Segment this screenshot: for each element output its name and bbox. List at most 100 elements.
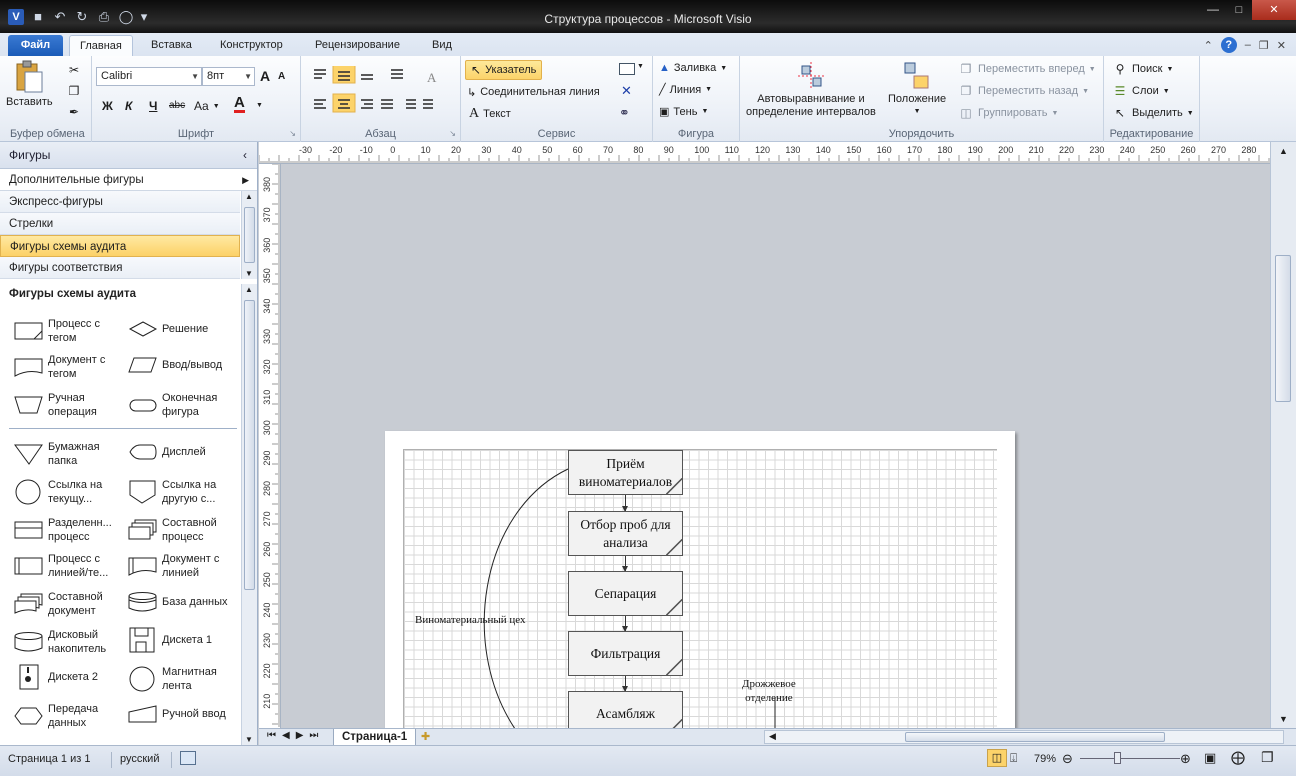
dialog-launcher-icon[interactable]: ↘ [289, 129, 296, 138]
zoom-slider-thumb[interactable] [1114, 752, 1121, 764]
shapes-scrollbar[interactable]: ▲ ▼ [241, 284, 257, 745]
page-tab[interactable]: Страница-1 [333, 729, 417, 746]
stencil-shape[interactable]: Документ с тегом [14, 353, 126, 381]
process-box[interactable]: Фильтрация [568, 631, 683, 676]
close-button[interactable]: ✕ [1252, 0, 1296, 20]
stencil-shape[interactable]: Дискета 2 [14, 664, 126, 690]
dialog-launcher-icon[interactable]: ↘ [449, 129, 456, 138]
stencil-shape[interactable]: Ссылка на текущу... [14, 478, 126, 506]
zoom-level[interactable]: 79% [1034, 751, 1056, 767]
scroll-thumb[interactable] [905, 732, 1165, 742]
collapse-panel-icon[interactable]: ‹ [243, 142, 247, 169]
help-icon[interactable]: ? [1220, 37, 1237, 53]
layers-button[interactable]: ☰ Слои ▼ [1112, 83, 1170, 99]
flow-arrow[interactable] [622, 676, 628, 692]
position-button[interactable]: Положение ▼ [888, 62, 946, 115]
group-button[interactable]: ◫ Группировать ▼ [958, 105, 1058, 121]
insert-page-icon[interactable]: ✚ [421, 730, 430, 743]
underline-button[interactable]: Ч [149, 99, 157, 113]
scroll-down-icon[interactable]: ▼ [245, 735, 253, 744]
text-tool-button[interactable]: A Текст [469, 105, 511, 123]
format-painter-icon[interactable]: ✒ [66, 104, 82, 120]
stencil-shape[interactable]: Процесс с линией/те... [14, 552, 126, 580]
process-box[interactable]: Сепарация [568, 571, 683, 616]
stencil-shape[interactable]: Разделенн... процесс [14, 516, 126, 544]
cut-icon[interactable]: ✂ [66, 62, 82, 78]
page-nav-icon[interactable]: ⏮◀▶⏭ [267, 730, 324, 741]
scroll-up-icon[interactable]: ▲ [1279, 146, 1288, 156]
minimize-ribbon-icon[interactable]: ⌃ [1204, 39, 1213, 52]
find-button[interactable]: ⚲ Поиск ▼ [1112, 61, 1174, 77]
stencil-shape[interactable]: Дискета 1 [128, 627, 240, 653]
line-button[interactable]: ╱ Линия ▼ [659, 83, 712, 97]
chevron-down-icon[interactable]: ▼ [256, 102, 263, 109]
more-shapes-item[interactable]: Дополнительные фигуры ▶ [0, 169, 257, 191]
horizontal-scrollbar[interactable]: ◀ [764, 730, 1284, 744]
stencil-list-scrollbar[interactable]: ▲ ▼ [241, 191, 257, 279]
scroll-down-icon[interactable]: ▼ [245, 269, 253, 278]
italic-button[interactable]: К [125, 99, 132, 113]
process-box[interactable]: Приём виноматериалов [568, 450, 683, 495]
scroll-down-icon[interactable]: ▼ [1279, 714, 1288, 724]
change-case-button[interactable]: Aa ▼ [194, 99, 220, 113]
switch-windows-icon[interactable]: ❐ [1261, 749, 1274, 766]
stencil-shape[interactable]: Документ с линией [128, 552, 240, 580]
scroll-thumb[interactable] [244, 207, 255, 263]
tab-file[interactable]: Файл [8, 35, 63, 56]
macro-icon[interactable] [180, 751, 196, 765]
tab-home[interactable]: Главная [69, 35, 133, 56]
stencil-shape[interactable]: Составной документ [14, 590, 126, 618]
stencil-shape[interactable]: База данных [128, 590, 240, 614]
scroll-thumb[interactable] [1275, 255, 1291, 402]
annotation-wine-shop[interactable]: Виноматериальный цех [415, 613, 525, 627]
bold-button[interactable]: Ж [102, 99, 113, 113]
page-count[interactable]: Страница 1 из 1 [8, 751, 90, 767]
pan-zoom-icon[interactable]: ⨁ [1231, 749, 1245, 766]
strikethrough-button[interactable]: abc [169, 100, 185, 111]
font-color-button[interactable]: A [234, 95, 245, 113]
pointer-tool-button[interactable]: ↖ Указатель [465, 60, 543, 80]
flow-arrow[interactable] [622, 556, 628, 572]
doc-minimize-icon[interactable]: – [1245, 39, 1251, 51]
annotation-yeast-dept[interactable]: Дрожжевое отделение [742, 677, 796, 705]
drawing-canvas[interactable]: Приём виноматериалов Отбор проб для анал… [281, 164, 1270, 728]
process-box[interactable]: Асамбляж [568, 691, 683, 728]
tab-design[interactable]: Конструктор [210, 35, 293, 56]
stencil-shape[interactable]: Ручная операция [14, 391, 126, 419]
connector-tool-button[interactable]: ↳ Соединительная линия [467, 83, 600, 101]
stencil-shape[interactable]: Составной процесс [128, 516, 240, 544]
chevron-down-icon[interactable]: ▼ [637, 63, 644, 70]
grow-font-button[interactable]: A [260, 68, 270, 84]
drawing-page[interactable]: Приём виноматериалов Отбор проб для анал… [385, 431, 1015, 728]
fullscreen-view-icon[interactable]: ⍗ [1010, 751, 1017, 766]
stencil-shape[interactable]: Магнитная лента [128, 665, 240, 693]
maximize-button[interactable]: □ [1226, 0, 1252, 20]
stencil-compliance-shapes[interactable]: Фигуры соответствия [0, 257, 240, 279]
rectangle-tool-icon[interactable] [619, 63, 635, 75]
stencil-shape[interactable]: Передача данных [14, 702, 126, 730]
stencil-shape[interactable]: Дисплей [128, 440, 240, 464]
zoom-in-icon[interactable]: ⊕ [1180, 751, 1191, 767]
tab-insert[interactable]: Вставка [141, 35, 202, 56]
fit-page-icon[interactable]: ▣ [1204, 750, 1216, 766]
stencil-shape[interactable]: Оконечная фигура [128, 391, 240, 419]
process-box[interactable]: Отбор проб для анализа [568, 511, 683, 556]
autoalign-button[interactable]: Автовыравнивание и определение интервало… [746, 62, 876, 119]
zoom-slider[interactable] [1080, 758, 1180, 759]
scroll-up-icon[interactable]: ▲ [245, 285, 253, 294]
shrink-font-button[interactable]: A [278, 71, 285, 82]
vertical-scrollbar[interactable]: ▲ ▼ [1270, 142, 1296, 728]
language[interactable]: русский [120, 751, 159, 767]
tab-view[interactable]: Вид [422, 35, 462, 56]
stencil-shape[interactable]: Ввод/вывод [128, 353, 240, 377]
select-button[interactable]: ↖ Выделить ▼ [1112, 105, 1194, 121]
doc-restore-icon[interactable]: ❐ [1259, 39, 1269, 52]
scroll-thumb[interactable] [244, 300, 255, 590]
fill-button[interactable]: ▲ Заливка ▼ [659, 62, 727, 74]
normal-view-icon[interactable]: ◫ [987, 749, 1007, 767]
minimize-button[interactable]: — [1200, 0, 1226, 20]
zoom-out-icon[interactable]: ⊖ [1062, 751, 1073, 767]
send-backward-button[interactable]: ❐ Переместить назад ▼ [958, 83, 1089, 99]
font-size-combo[interactable]: 8пт ▼ [202, 67, 255, 86]
font-name-combo[interactable]: Calibri ▼ [96, 67, 202, 86]
